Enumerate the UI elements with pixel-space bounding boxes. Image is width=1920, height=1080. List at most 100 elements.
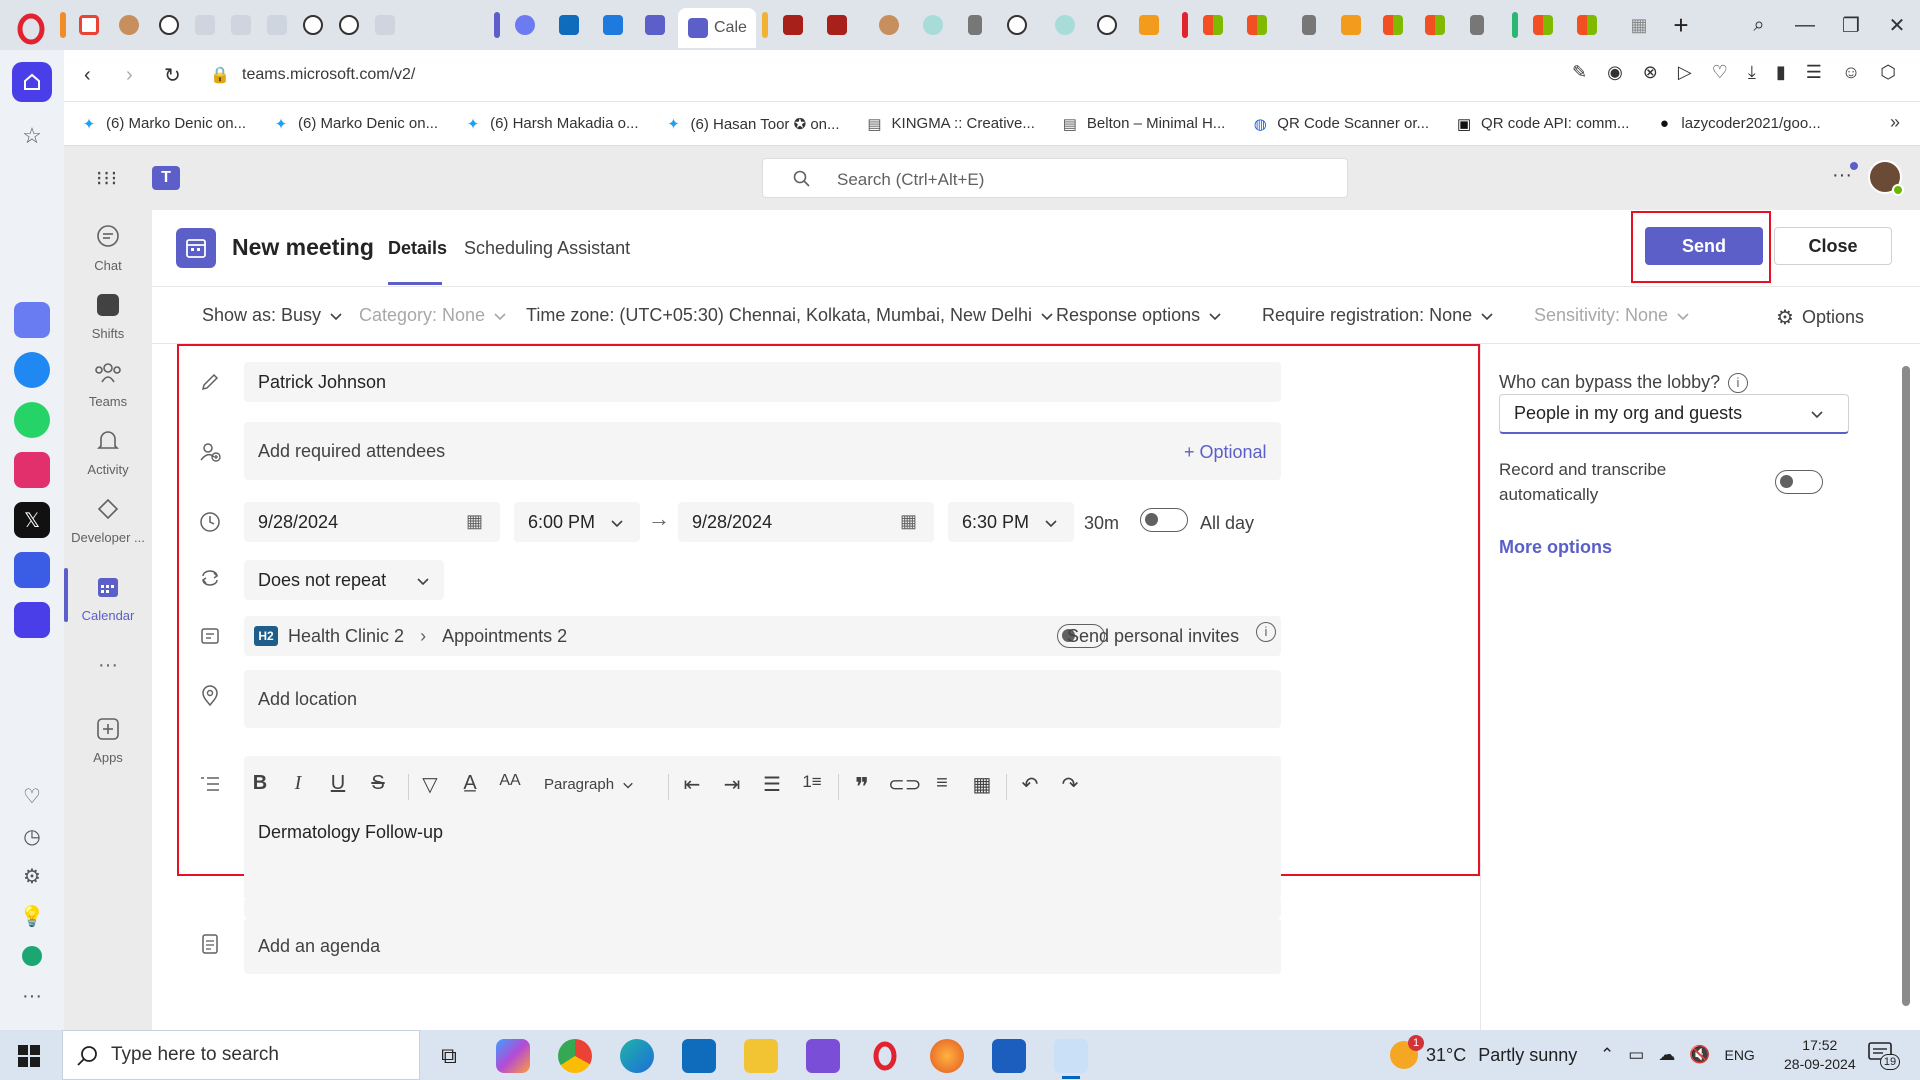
bookmark-item[interactable]: ▣ QR code API: comm... <box>1455 115 1629 133</box>
tab-azure[interactable] <box>594 8 632 42</box>
tab-ms-1[interactable] <box>1194 8 1232 42</box>
menu-icon[interactable]: ☰ <box>1806 62 1822 83</box>
heart-icon[interactable]: ♡ <box>1712 62 1728 83</box>
bold-icon[interactable]: B <box>246 772 274 795</box>
bookmark-item[interactable]: ▤ KINGMA :: Creative... <box>866 115 1034 133</box>
required-attendees-input[interactable]: Add required attendees <box>244 422 1281 480</box>
tab-doc-2[interactable] <box>1290 8 1328 42</box>
reload-icon[interactable]: ↻ <box>164 63 181 88</box>
tab-outlook[interactable] <box>550 8 588 42</box>
whatsapp-icon[interactable] <box>14 402 50 438</box>
category-dropdown[interactable]: Category: None <box>359 305 507 326</box>
calendar-picker-icon[interactable]: ▦ <box>466 511 483 532</box>
bookmark-item[interactable]: ✦ (6) Hasan Toor ✪ on... <box>664 115 839 133</box>
calendar-picker-icon[interactable]: ▦ <box>900 511 917 532</box>
cloud-icon[interactable]: ☁ <box>1658 1045 1675 1065</box>
back-icon[interactable]: ‹ <box>84 64 91 87</box>
tab-ms-2[interactable] <box>1238 8 1276 42</box>
outdent-icon[interactable]: ⇤ <box>678 772 706 797</box>
more-options-icon[interactable]: ··· <box>1832 164 1852 187</box>
record-transcribe-toggle[interactable] <box>1775 470 1823 494</box>
new-tab-button[interactable]: + <box>1662 8 1700 42</box>
highlight-icon[interactable]: ▽ <box>416 772 444 797</box>
sensitivity-dropdown[interactable]: Sensitivity: None <box>1534 305 1690 326</box>
weather-widget[interactable]: 1 31°C Partly sunny <box>1390 1030 1577 1080</box>
task-view-icon[interactable]: ⧉ <box>432 1039 466 1073</box>
opera-a-icon[interactable] <box>14 938 50 974</box>
camera-icon[interactable]: ◉ <box>1607 62 1623 83</box>
language-indicator[interactable]: ENG <box>1724 1047 1754 1063</box>
close-window-icon[interactable]: ✕ <box>1874 13 1920 38</box>
optional-attendees-link[interactable]: + Optional <box>1184 442 1267 463</box>
bookmark-item[interactable]: ● lazycoder2021/goo... <box>1655 115 1821 133</box>
rail-chat[interactable]: Chat <box>64 222 152 273</box>
opera-taskbar-icon[interactable] <box>868 1039 902 1073</box>
tab-tool-1[interactable] <box>186 8 224 42</box>
all-day-toggle[interactable] <box>1140 508 1188 532</box>
play-icon[interactable]: ▷ <box>1678 62 1692 83</box>
history-icon[interactable]: ◷ <box>14 818 50 854</box>
lightbulb-icon[interactable]: 💡 <box>14 898 50 934</box>
bookmark-item[interactable]: ✦ (6) Harsh Makadia o... <box>464 115 639 133</box>
flow-icon[interactable] <box>14 602 50 638</box>
lobby-info-icon[interactable]: i <box>1728 373 1748 393</box>
visual-studio-icon[interactable] <box>806 1039 840 1073</box>
tab-overview-button[interactable]: ▦ <box>1620 8 1658 42</box>
more-options-link[interactable]: More options <box>1499 537 1612 558</box>
file-explorer-icon[interactable] <box>744 1039 778 1073</box>
tab-gmail[interactable] <box>70 8 108 42</box>
instagram-icon[interactable] <box>14 452 50 488</box>
tab-chatgpt[interactable] <box>150 8 188 42</box>
home-icon[interactable] <box>12 62 52 102</box>
strikethrough-icon[interactable]: S <box>364 772 392 795</box>
rail-activity[interactable]: Activity <box>64 426 152 477</box>
italic-icon[interactable]: I <box>284 772 312 795</box>
underline-icon[interactable]: U <box>324 772 352 795</box>
bookmarks-overflow-icon[interactable]: » <box>1890 112 1900 133</box>
tab-schema-1[interactable] <box>774 8 812 42</box>
battery-icon[interactable]: ▮ <box>1776 62 1786 83</box>
link-icon[interactable]: ⊂⊃ <box>888 772 922 797</box>
response-options-dropdown[interactable]: Response options <box>1056 305 1222 326</box>
edge-icon[interactable] <box>620 1039 654 1073</box>
rail-more-apps[interactable]: ··· <box>64 654 152 677</box>
redo-icon[interactable]: ↷ <box>1056 772 1084 797</box>
tab-ms-5[interactable] <box>1524 8 1562 42</box>
location-input[interactable]: Add location <box>244 670 1281 728</box>
url-text[interactable]: teams.microsoft.com/v2/ <box>242 66 415 84</box>
repeat-dropdown[interactable]: Does not repeat <box>244 560 444 600</box>
start-date-input[interactable]: 9/28/2024 ▦ <box>244 502 500 542</box>
timezone-dropdown[interactable]: Time zone: (UTC+05:30) Chennai, Kolkata,… <box>526 305 1054 326</box>
opera-logo-icon[interactable] <box>14 12 48 46</box>
speed-dial-star-icon[interactable]: ☆ <box>14 118 50 154</box>
end-time-dropdown[interactable]: 6:30 PM <box>948 502 1074 542</box>
windows-start-icon[interactable] <box>18 1045 40 1067</box>
tab-chatgpt-5[interactable] <box>1088 8 1126 42</box>
copilot-taskbar-icon[interactable] <box>496 1039 530 1073</box>
undo-icon[interactable]: ↶ <box>1016 772 1044 797</box>
meeting-description-editor[interactable]: B I U S ▽ A̲ AA Paragraph ⇤ ⇥ ☰ 1≡ ❞ ⊂⊃ … <box>244 756 1281 900</box>
rail-teams[interactable]: Teams <box>64 358 152 409</box>
more-icon[interactable]: ··· <box>14 978 50 1014</box>
battery-icon[interactable]: ▭ <box>1628 1045 1644 1065</box>
app-launcher-icon[interactable]: ⁝⁝⁝ <box>96 166 118 191</box>
tab-scheduling-assistant[interactable]: Scheduling Assistant <box>464 238 630 259</box>
tab-teams[interactable] <box>636 8 674 42</box>
aria-icon[interactable] <box>14 302 50 338</box>
download-icon[interactable]: ⤓ <box>1748 62 1756 83</box>
lobby-bypass-dropdown[interactable]: People in my org and guests <box>1499 394 1849 434</box>
tab-tool-3[interactable] <box>258 8 296 42</box>
scrollbar[interactable] <box>1902 366 1910 1006</box>
tab-doc-3[interactable] <box>1458 8 1496 42</box>
chrome-icon[interactable] <box>558 1039 592 1073</box>
tab-chatgpt-3[interactable] <box>330 8 368 42</box>
outlook-taskbar-icon[interactable] <box>682 1039 716 1073</box>
rail-apps[interactable]: Apps <box>64 714 152 765</box>
tab-teal-2[interactable] <box>1046 8 1084 42</box>
agenda-input[interactable]: Add an agenda <box>244 918 1281 974</box>
rail-shifts[interactable]: Shifts <box>64 290 152 341</box>
bookmark-item[interactable]: ◍ QR Code Scanner or... <box>1251 115 1429 133</box>
show-as-dropdown[interactable]: Show as: Busy <box>202 305 343 326</box>
taskbar-search-input[interactable]: Type here to search <box>62 1030 420 1080</box>
close-button[interactable]: Close <box>1774 227 1892 265</box>
